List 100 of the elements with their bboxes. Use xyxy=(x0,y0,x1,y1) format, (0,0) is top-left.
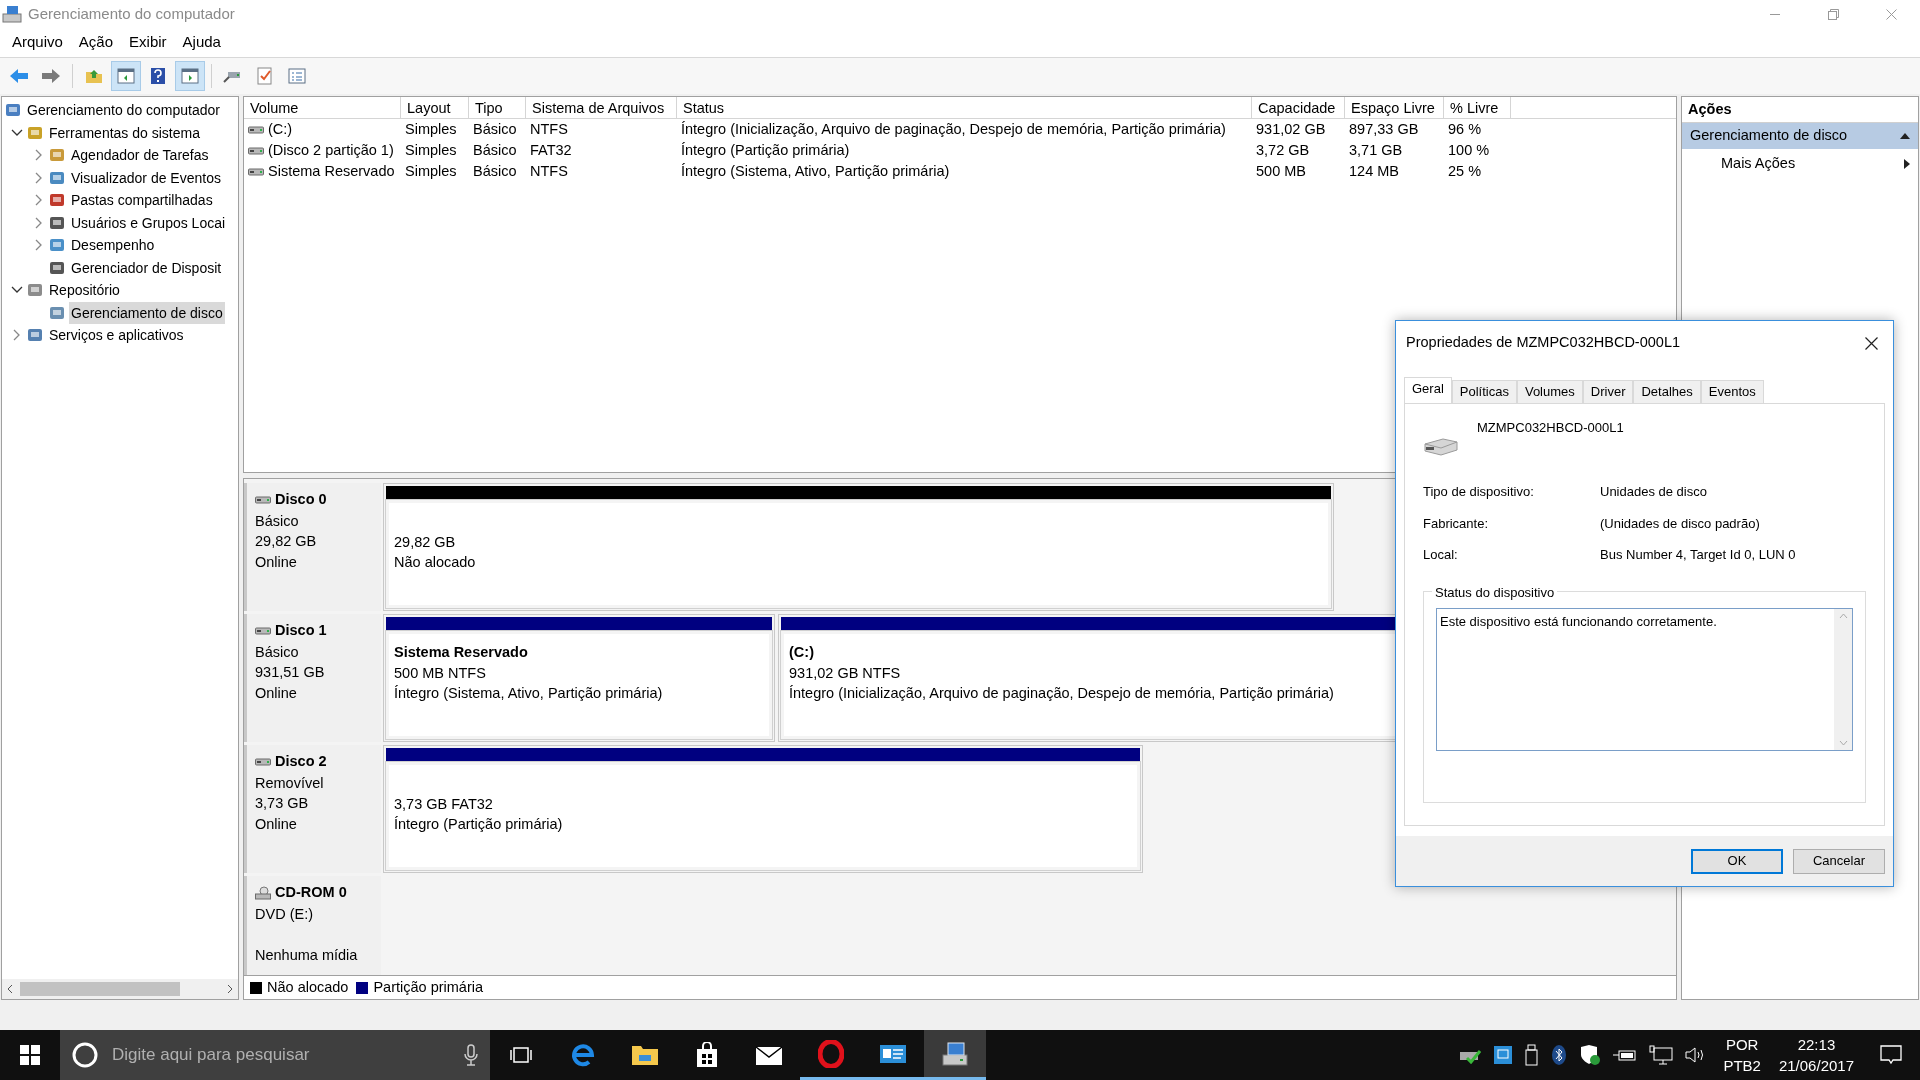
volume-icon xyxy=(248,124,264,135)
dialog-button[interactable]: OK xyxy=(1691,848,1783,874)
tree-item[interactable]: Visualizador de Eventos xyxy=(69,166,223,189)
disk-label-cell[interactable]: CD-ROM 0 DVD (E:) Nenhuma mídia xyxy=(244,876,381,975)
caret-right-icon xyxy=(1904,159,1910,169)
dialog-tab[interactable]: Driver xyxy=(1582,380,1634,403)
chevron-right-icon[interactable] xyxy=(13,329,21,342)
search-box[interactable]: Digite aqui para pesquisar xyxy=(60,1030,490,1080)
e-logo-icon xyxy=(570,1042,596,1068)
disk-info: Online xyxy=(255,552,298,572)
chevron-right-icon[interactable] xyxy=(35,239,43,252)
table-cell-text: Íntegro (Inicialização, Arquivo de paginação, Despejo de memória, Partição primária) xyxy=(681,119,1226,139)
disk-drive-icon xyxy=(255,494,271,505)
table-cell-text: Básico xyxy=(473,161,517,181)
menu-item[interactable]: Ação xyxy=(70,31,122,54)
disk-drive-icon xyxy=(1423,436,1459,456)
partition-info: 931,02 GB NTFS xyxy=(789,663,902,683)
tree-item[interactable]: Desempenho xyxy=(69,234,157,257)
actions-section[interactable]: Gerenciamento de disco xyxy=(1682,123,1918,149)
column-header[interactable]: Capacidade xyxy=(1252,97,1345,118)
partition-info: 29,82 GB xyxy=(394,532,457,552)
scroll-left-icon[interactable] xyxy=(6,984,14,994)
legend-label: Não alocado xyxy=(267,977,349,997)
partition-block[interactable]: Sistema Reservado 500 MB NTFS Íntegro (Sistema, Ativo, Partição primária) xyxy=(383,614,775,742)
column-header[interactable]: Tipo xyxy=(469,97,526,118)
notification-icon[interactable] xyxy=(1880,1044,1902,1066)
dialog-tab[interactable]: Geral xyxy=(1404,377,1452,403)
clock-date[interactable]: 21/06/2017 xyxy=(1778,1055,1854,1076)
dialog-tab[interactable]: Políticas xyxy=(1451,380,1517,403)
property-value: Unidades de disco xyxy=(1600,483,1707,501)
tree-item[interactable]: Gerenciamento de disco xyxy=(69,301,225,324)
chevron-down-icon[interactable] xyxy=(11,286,23,295)
chevron-right-icon[interactable] xyxy=(35,194,43,207)
table-cell-text: 897,33 GB xyxy=(1349,119,1419,139)
table-cell-text: 25 % xyxy=(1448,161,1482,181)
volume-icon xyxy=(248,145,264,156)
tree-item[interactable]: Gerenciamento do computador xyxy=(25,99,222,122)
column-header[interactable]: Layout xyxy=(401,97,469,118)
column-header[interactable]: Status xyxy=(677,97,1252,118)
dialog-button[interactable]: Cancelar xyxy=(1793,848,1885,874)
partition-info: Íntegro (Inicialização, Arquivo de paginação, Despejo de memória, Partição primária) xyxy=(789,684,1335,703)
dialog-tab[interactable]: Detalhes xyxy=(1633,380,1701,403)
column-header[interactable]: Volume xyxy=(244,97,401,118)
partition-info: 500 MB NTFS xyxy=(394,663,487,683)
dialog-tab[interactable]: Volumes xyxy=(1516,380,1583,403)
restore-icon xyxy=(1827,8,1839,20)
tree-item[interactable]: Serviços e aplicativos xyxy=(47,324,186,347)
taskbar-app[interactable] xyxy=(924,1030,986,1080)
disk-drive-icon xyxy=(255,756,271,767)
legend-label: Partição primária xyxy=(373,977,483,997)
tree-item[interactable]: Pastas compartilhadas xyxy=(69,189,215,212)
horizontal-scrollbar[interactable] xyxy=(2,979,238,999)
chevron-right-icon[interactable] xyxy=(35,171,43,184)
table-cell-text: FAT32 xyxy=(530,140,572,160)
disk-label-cell[interactable]: Disco 2 Removível 3,73 GB Online xyxy=(244,745,381,873)
menu-item[interactable]: Arquivo xyxy=(4,31,71,54)
search-field[interactable]: Digite aqui para pesquisar xyxy=(112,1042,450,1068)
microphone-icon xyxy=(464,1044,478,1066)
disk-label-cell[interactable]: Disco 1 Básico 931,51 GB Online xyxy=(244,614,381,742)
column-header[interactable]: Espaço Livre xyxy=(1345,97,1444,118)
disk-label-cell[interactable]: Disco 0 Básico 29,82 GB Online xyxy=(244,483,381,611)
disk-drive-icon xyxy=(255,625,271,636)
column-header[interactable]: % Livre xyxy=(1444,97,1511,118)
partition-block[interactable]: 29,82 GB Não alocado xyxy=(383,483,1334,611)
toolbar-button[interactable] xyxy=(175,61,205,91)
tree-item[interactable]: Gerenciador de Disposit xyxy=(69,256,224,279)
shield-icon xyxy=(1579,1044,1602,1066)
clock-time[interactable]: 22:13 xyxy=(1797,1034,1836,1055)
disk-name: Disco 2 xyxy=(275,752,327,771)
table-cell-text: Sistema Reservado xyxy=(268,161,395,181)
partition-block[interactable]: 3,73 GB FAT32 Íntegro (Partição primária) xyxy=(383,745,1143,873)
disk-info: Básico xyxy=(255,511,300,531)
scroll-right-icon[interactable] xyxy=(226,984,234,994)
tree-item[interactable]: Agendador de Tarefas xyxy=(69,144,211,167)
optical-drive-icon xyxy=(255,885,271,900)
bluetooth-icon xyxy=(1551,1044,1568,1066)
table-cell-text: 100 % xyxy=(1448,140,1490,160)
action-item[interactable]: Mais Ações xyxy=(1682,149,1918,179)
dialog-tab[interactable]: Eventos xyxy=(1700,380,1764,403)
disk-name: CD-ROM 0 xyxy=(275,883,347,902)
table-cell-text: Simples xyxy=(405,119,457,139)
disk-info: 931,51 GB xyxy=(255,663,326,683)
menu-item[interactable]: Ajuda xyxy=(174,31,229,54)
tree-item[interactable]: Ferramentas do sistema xyxy=(47,121,202,144)
chevron-right-icon[interactable] xyxy=(35,149,43,162)
toolbar-button[interactable] xyxy=(111,61,141,91)
tree-item[interactable]: Repositório xyxy=(47,279,122,302)
column-header[interactable]: Sistema de Arquivos xyxy=(526,97,677,118)
input-language[interactable]: POR xyxy=(1725,1034,1759,1055)
table-cell-text: 96 % xyxy=(1448,119,1482,139)
disk-info: Básico xyxy=(255,642,300,662)
tree-item[interactable]: Usuários e Grupos Locai xyxy=(69,211,228,234)
keyboard-layout[interactable]: PTB2 xyxy=(1723,1055,1761,1076)
computer-management-icon xyxy=(940,1040,970,1067)
disk-info: Nenhuma mídia xyxy=(255,945,359,965)
chevron-right-icon[interactable] xyxy=(35,216,43,229)
property-label: Local: xyxy=(1423,546,1459,564)
table-cell-text: (C:) xyxy=(268,119,293,139)
menu-item[interactable]: Exibir xyxy=(121,31,175,54)
chevron-down-icon[interactable] xyxy=(11,128,23,137)
